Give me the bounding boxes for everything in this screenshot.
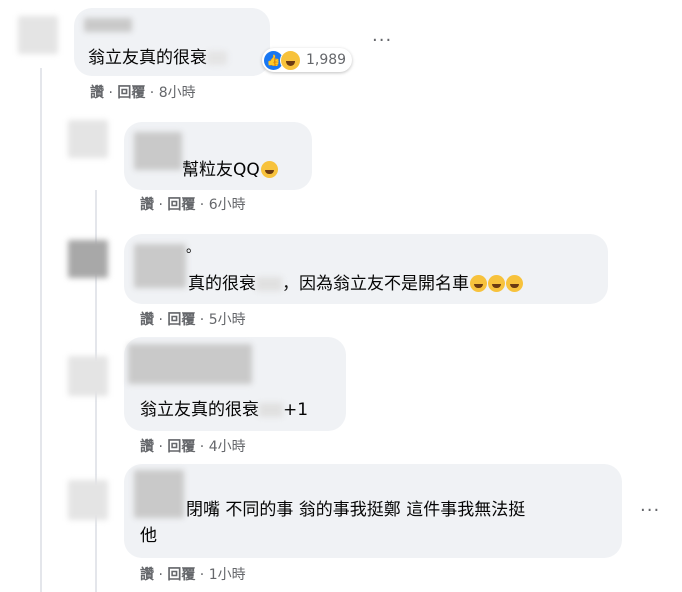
avatar[interactable] <box>68 356 108 396</box>
timestamp[interactable]: 6小時 <box>209 197 246 213</box>
rolling-laugh-icon <box>506 275 523 292</box>
reply-link[interactable]: 回覆 <box>167 567 195 583</box>
sad-face-icon <box>260 161 278 178</box>
timestamp[interactable]: 8小時 <box>159 85 196 101</box>
timestamp[interactable]: 5小時 <box>209 312 246 328</box>
thread-line <box>40 68 42 592</box>
comment-text: 真的很衰 ，因為翁立友不是開名車 <box>188 272 523 296</box>
comment-actions: 讚 · 回覆 · 5小時 <box>140 312 246 328</box>
more-options-button[interactable]: ··· <box>640 500 660 521</box>
reply-link[interactable]: 回覆 <box>167 439 195 455</box>
comment-text-line2: 他 <box>140 526 157 546</box>
comment-text: 翁立友真的很衰 +1 <box>140 400 309 420</box>
author-name-redacted[interactable] <box>134 470 184 518</box>
timestamp[interactable]: 4小時 <box>209 439 246 455</box>
comment-actions: 讚 · 回覆 · 4小時 <box>140 439 246 455</box>
reply-link[interactable]: 回覆 <box>117 85 145 101</box>
comment-text-line1: 。 <box>186 240 200 256</box>
haha-icon <box>280 49 301 71</box>
like-link[interactable]: 讚 <box>140 567 154 583</box>
avatar[interactable] <box>68 240 108 278</box>
comment-actions: 讚 · 回覆 · 8小時 <box>90 85 196 101</box>
avatar[interactable] <box>68 120 108 158</box>
like-link[interactable]: 讚 <box>90 85 104 101</box>
like-link[interactable]: 讚 <box>140 312 154 328</box>
reaction-count: 1,989 <box>306 52 347 68</box>
rolling-laugh-icon <box>470 275 487 292</box>
author-name-redacted[interactable] <box>84 18 132 32</box>
comment-text: 翁立友真的很衰 <box>88 46 227 70</box>
author-name-redacted[interactable] <box>134 244 186 288</box>
comment-actions: 讚 · 回覆 · 6小時 <box>140 197 246 213</box>
avatar[interactable] <box>18 16 58 54</box>
reaction-summary[interactable]: 👍 1,989 <box>262 48 353 72</box>
comment-text: 幫粒友QQ <box>182 158 278 182</box>
comment-actions: 讚 · 回覆 · 1小時 <box>140 567 246 583</box>
author-name-redacted[interactable] <box>134 132 182 170</box>
like-link[interactable]: 讚 <box>140 197 154 213</box>
more-options-button[interactable]: ··· <box>372 30 392 51</box>
rolling-laugh-icon <box>488 275 505 292</box>
reply-link[interactable]: 回覆 <box>167 197 195 213</box>
author-name-redacted[interactable] <box>128 344 252 384</box>
reply-link[interactable]: 回覆 <box>167 312 195 328</box>
timestamp[interactable]: 1小時 <box>209 567 246 583</box>
avatar[interactable] <box>68 480 108 520</box>
like-link[interactable]: 讚 <box>140 439 154 455</box>
comment-text-line1: 閉嘴 不同的事 翁的事我挺鄭 這件事我無法挺 <box>186 500 526 520</box>
